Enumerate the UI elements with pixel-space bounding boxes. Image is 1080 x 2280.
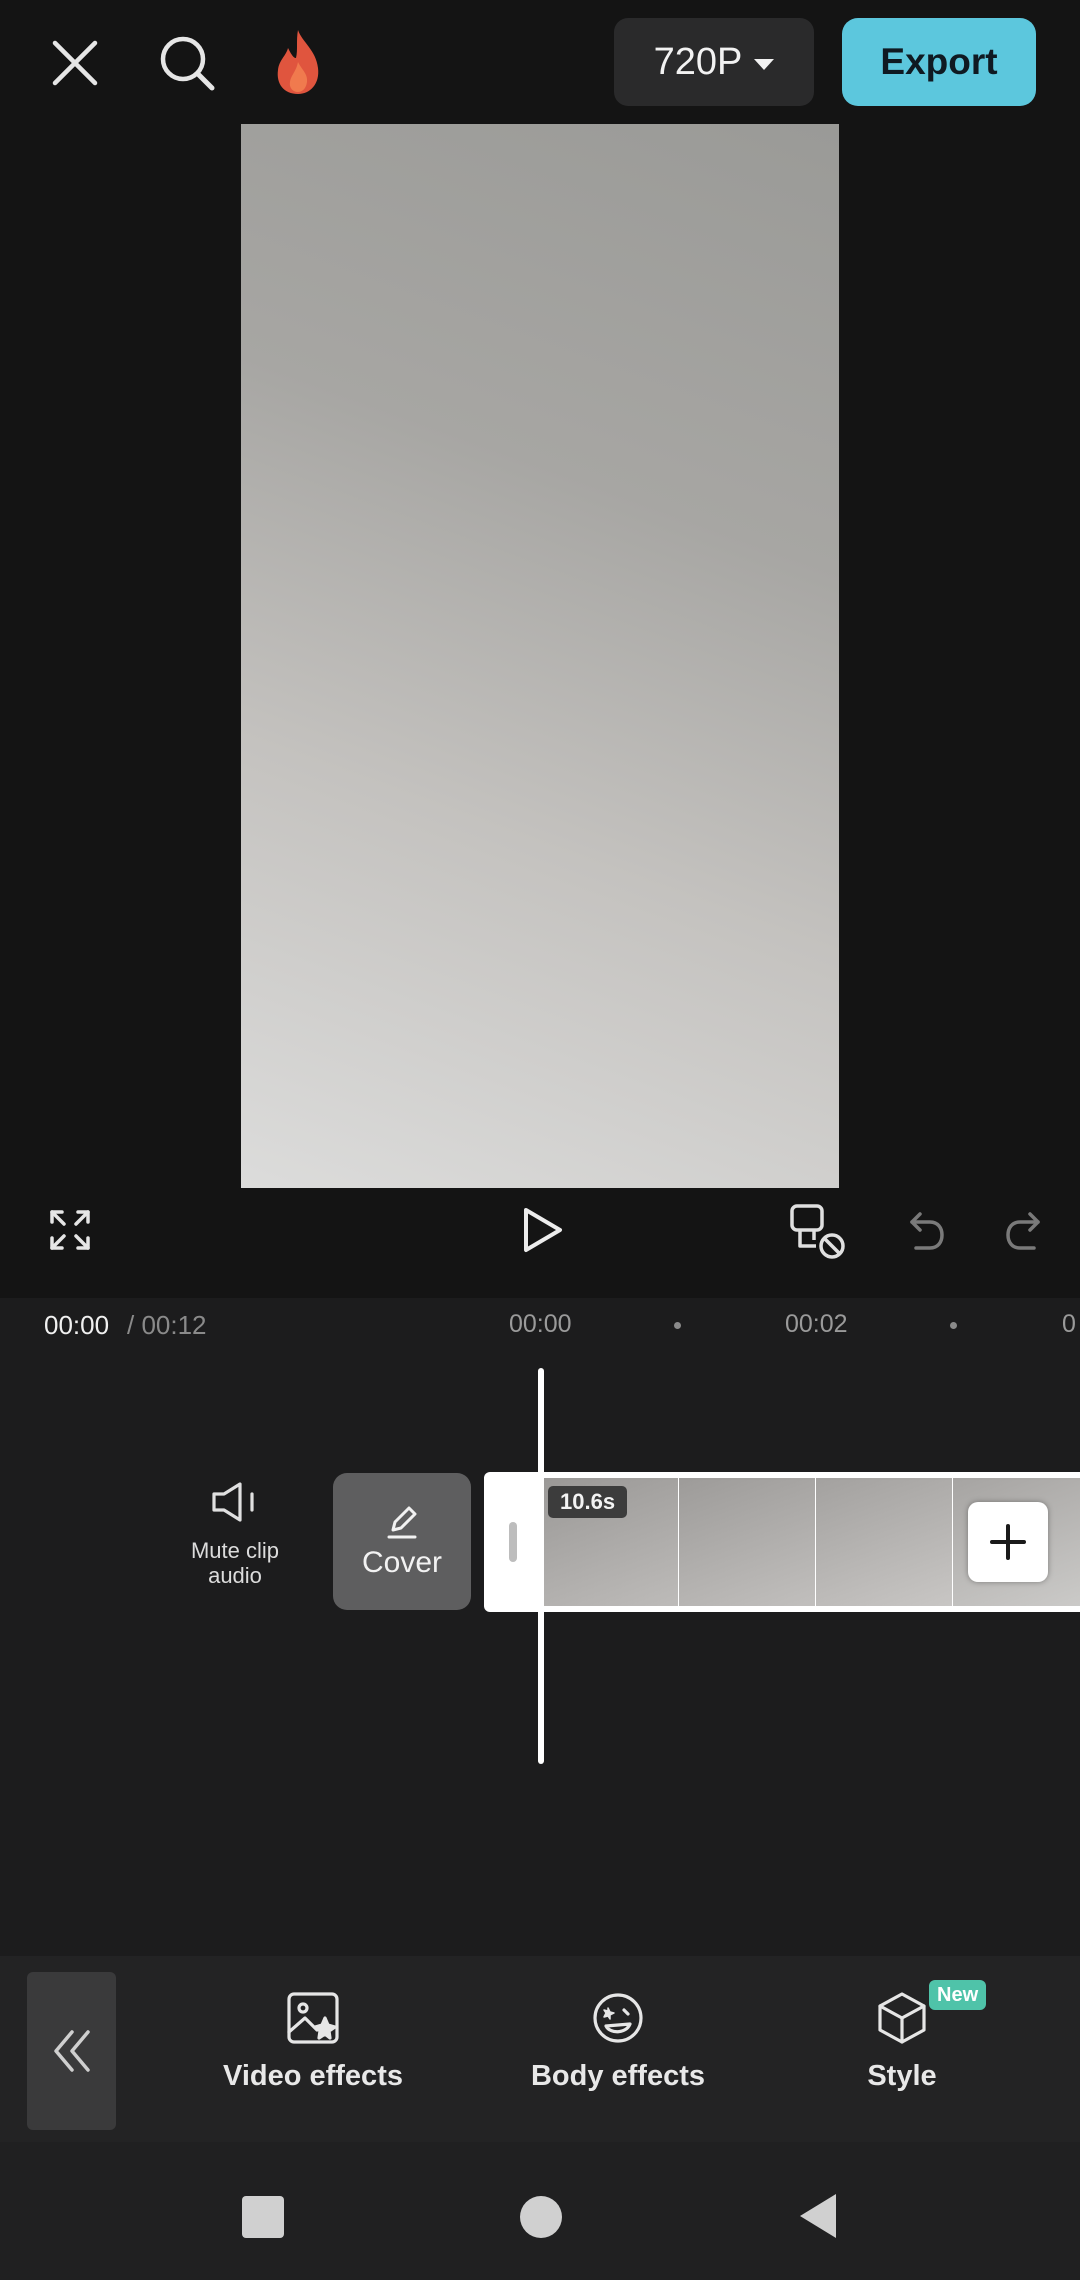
chevron-down-icon [754, 58, 775, 70]
ruler-tick-label: 00:00 [509, 1310, 572, 1338]
toolbar-item-body-effects[interactable]: Body effects [518, 1990, 718, 2093]
total-time: / 00:12 [127, 1310, 207, 1340]
collapse-toolbar-button[interactable] [27, 1972, 116, 2130]
cover-label: Cover [361, 1545, 443, 1579]
export-button[interactable]: Export [842, 18, 1036, 106]
video-preview[interactable] [241, 124, 839, 1188]
triangle-back-icon[interactable] [790, 2188, 846, 2244]
mute-label-line2: audio [208, 1563, 262, 1588]
toolbar-item-label: Body effects [530, 2060, 706, 2092]
clip-trim-handle[interactable] [509, 1522, 517, 1562]
add-clip-button[interactable] [968, 1502, 1048, 1582]
new-badge: New [929, 1980, 987, 2010]
clip-thumbnail [679, 1478, 815, 1606]
cube-icon [878, 1992, 926, 2044]
close-icon[interactable] [40, 28, 110, 98]
current-time: 00:00 [44, 1310, 110, 1340]
playhead[interactable] [538, 1368, 544, 1764]
cover-button[interactable]: Cover [333, 1473, 471, 1610]
clip-duration-badge: 10.6s [548, 1486, 628, 1518]
search-icon[interactable] [150, 26, 224, 100]
toolbar-item-label: Style [867, 2060, 937, 2092]
flame-icon[interactable] [262, 24, 334, 100]
keyframe-off-icon[interactable] [782, 1198, 852, 1264]
toolbar-item-label: Video effects [223, 2060, 403, 2092]
square-icon[interactable] [236, 2190, 290, 2244]
pencil-icon [387, 1506, 417, 1538]
mute-label-line1: Mute clip [190, 1538, 280, 1563]
resolution-selector[interactable]: 720P [614, 18, 814, 106]
clip-thumbnail [816, 1478, 952, 1606]
speaker-mute-icon [170, 1480, 300, 1524]
resolution-label: 720P [653, 40, 743, 83]
body-effects-icon [593, 1993, 643, 2043]
plus-icon [990, 1524, 1026, 1560]
circle-icon[interactable] [514, 2190, 568, 2244]
mute-clip-audio-button[interactable]: Mute clip audio [170, 1480, 300, 1588]
toolbar-item-video-effects[interactable]: Video effects [213, 1990, 413, 2093]
video-effects-icon [287, 1992, 339, 2044]
fullscreen-icon[interactable] [40, 1200, 100, 1260]
play-icon[interactable] [510, 1198, 574, 1262]
double-chevron-left-icon [53, 2030, 90, 2072]
ruler-dot [674, 1322, 681, 1329]
ruler-dot [950, 1322, 957, 1329]
redo-icon[interactable] [996, 1200, 1052, 1260]
ruler-tick-label: 00:02 [785, 1310, 848, 1338]
undo-icon[interactable] [898, 1200, 954, 1260]
ruler-tick-label-partial: 0 [1062, 1310, 1076, 1338]
